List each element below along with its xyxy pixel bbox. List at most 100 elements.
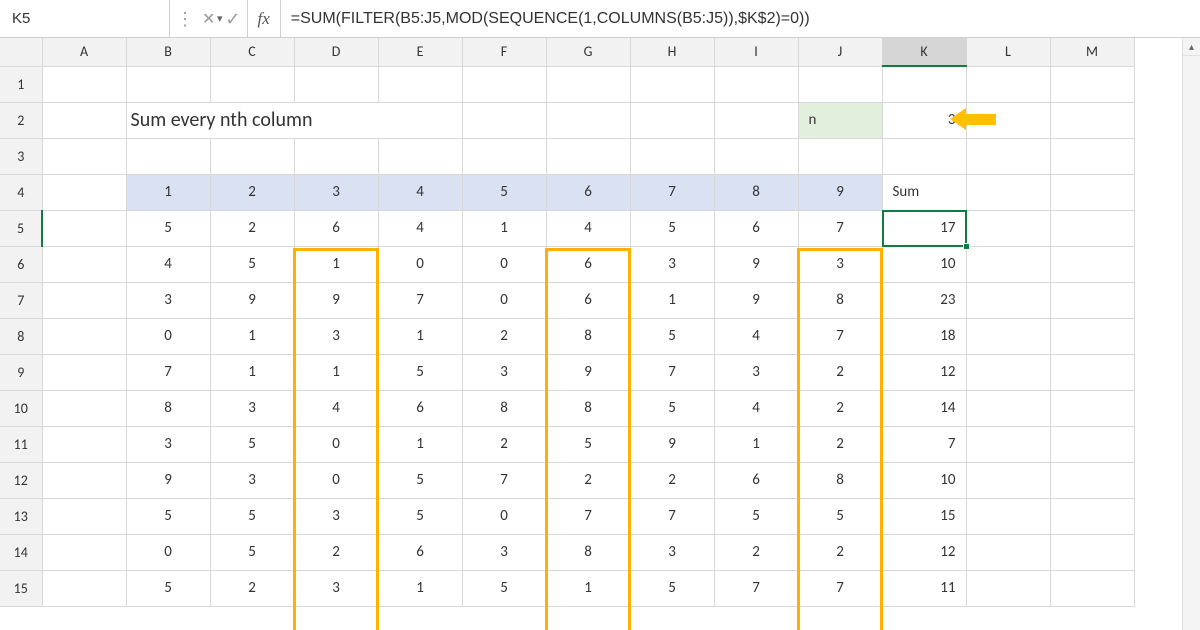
col-header-B[interactable]: B — [126, 38, 210, 66]
cell[interactable]: 4 — [378, 210, 462, 246]
n-label-cell[interactable]: n — [798, 102, 882, 138]
col-header-K[interactable]: K — [882, 38, 966, 66]
data-header-1[interactable]: 1 — [126, 174, 210, 210]
row-header-2[interactable]: 2 — [0, 102, 42, 138]
cell[interactable]: 7 — [546, 498, 630, 534]
row-header-1[interactable]: 1 — [0, 66, 42, 102]
data-header-7[interactable]: 7 — [630, 174, 714, 210]
cell[interactable]: 5 — [126, 210, 210, 246]
row-header-5[interactable]: 5 — [0, 210, 42, 246]
cell[interactable]: 5 — [714, 498, 798, 534]
col-header-J[interactable]: J — [798, 38, 882, 66]
cell[interactable]: 8 — [546, 318, 630, 354]
row-header-14[interactable]: 14 — [0, 534, 42, 570]
col-header-D[interactable]: D — [294, 38, 378, 66]
row-header-8[interactable]: 8 — [0, 318, 42, 354]
cell[interactable]: 3 — [798, 246, 882, 282]
cell[interactable]: 1 — [378, 570, 462, 606]
cell[interactable]: 2 — [798, 534, 882, 570]
data-header-3[interactable]: 3 — [294, 174, 378, 210]
cell[interactable]: 1 — [294, 246, 378, 282]
cell[interactable]: 6 — [714, 210, 798, 246]
scroll-up-icon[interactable]: ▴ — [1183, 38, 1200, 56]
cell[interactable]: 10 — [882, 246, 966, 282]
cell[interactable]: 5 — [798, 498, 882, 534]
cell[interactable]: 9 — [294, 282, 378, 318]
cell[interactable]: 1 — [378, 426, 462, 462]
cell[interactable]: 1 — [378, 318, 462, 354]
cell[interactable]: 23 — [882, 282, 966, 318]
cell[interactable]: 3 — [462, 354, 546, 390]
cell[interactable]: 5 — [210, 534, 294, 570]
cell[interactable]: 11 — [882, 570, 966, 606]
row-header-4[interactable]: 4 — [0, 174, 42, 210]
cell[interactable]: 5 — [378, 354, 462, 390]
col-header-H[interactable]: H — [630, 38, 714, 66]
cell[interactable]: 2 — [462, 426, 546, 462]
cell[interactable]: 4 — [714, 390, 798, 426]
cell[interactable]: 5 — [210, 426, 294, 462]
cell[interactable]: 10 — [882, 462, 966, 498]
cell[interactable]: 7 — [630, 498, 714, 534]
cell[interactable]: 3 — [630, 534, 714, 570]
data-header-sum[interactable]: Sum — [882, 174, 966, 210]
cell[interactable]: 3 — [294, 570, 378, 606]
cell[interactable]: 5 — [630, 570, 714, 606]
cell[interactable]: 0 — [294, 426, 378, 462]
cell[interactable]: 5 — [378, 498, 462, 534]
select-all-corner[interactable] — [0, 38, 42, 66]
cell[interactable]: 7 — [798, 318, 882, 354]
cell[interactable]: 5 — [462, 570, 546, 606]
cell[interactable]: 2 — [462, 318, 546, 354]
cell[interactable]: 2 — [714, 534, 798, 570]
cell[interactable]: 6 — [378, 390, 462, 426]
vertical-scrollbar[interactable]: ▴ — [1182, 38, 1200, 630]
col-header-E[interactable]: E — [378, 38, 462, 66]
cell[interactable]: 0 — [294, 462, 378, 498]
cell[interactable]: 1 — [714, 426, 798, 462]
cell[interactable]: 2 — [630, 462, 714, 498]
cell[interactable]: 8 — [798, 462, 882, 498]
cell[interactable]: 2 — [210, 570, 294, 606]
row-header-10[interactable]: 10 — [0, 390, 42, 426]
cell[interactable]: 6 — [714, 462, 798, 498]
cell[interactable]: 1 — [294, 354, 378, 390]
cell[interactable]: 3 — [126, 282, 210, 318]
cell[interactable]: 7 — [714, 570, 798, 606]
cell[interactable]: 8 — [126, 390, 210, 426]
row-header-6[interactable]: 6 — [0, 246, 42, 282]
cell[interactable]: 5 — [378, 462, 462, 498]
row-header-13[interactable]: 13 — [0, 498, 42, 534]
cell[interactable]: 0 — [378, 246, 462, 282]
cell[interactable]: 1 — [546, 570, 630, 606]
cell[interactable]: 2 — [798, 426, 882, 462]
cell[interactable]: 6 — [294, 210, 378, 246]
data-header-6[interactable]: 6 — [546, 174, 630, 210]
cell[interactable]: 2 — [210, 210, 294, 246]
col-header-I[interactable]: I — [714, 38, 798, 66]
fx-icon[interactable]: fx — [248, 0, 281, 37]
formula-input[interactable] — [281, 0, 1200, 37]
cell[interactable]: 3 — [126, 426, 210, 462]
cell[interactable]: 7 — [798, 210, 882, 246]
cell[interactable]: 6 — [546, 246, 630, 282]
cell[interactable]: 7 — [462, 462, 546, 498]
cell[interactable]: 3 — [714, 354, 798, 390]
cell[interactable]: 1 — [462, 210, 546, 246]
cell[interactable]: 15 — [882, 498, 966, 534]
cell[interactable]: 3 — [630, 246, 714, 282]
row-header-12[interactable]: 12 — [0, 462, 42, 498]
cell[interactable]: 4 — [126, 246, 210, 282]
cell[interactable]: 1 — [210, 354, 294, 390]
cell[interactable]: 2 — [546, 462, 630, 498]
cell[interactable]: 1 — [210, 318, 294, 354]
row-header-11[interactable]: 11 — [0, 426, 42, 462]
cell[interactable]: 9 — [546, 354, 630, 390]
cell[interactable]: 5 — [210, 498, 294, 534]
data-header-8[interactable]: 8 — [714, 174, 798, 210]
cell[interactable]: 3 — [294, 318, 378, 354]
enter-icon[interactable]: ✓ — [225, 8, 240, 30]
cell[interactable]: 4 — [714, 318, 798, 354]
cell[interactable]: 2 — [294, 534, 378, 570]
cell[interactable]: 7 — [882, 426, 966, 462]
